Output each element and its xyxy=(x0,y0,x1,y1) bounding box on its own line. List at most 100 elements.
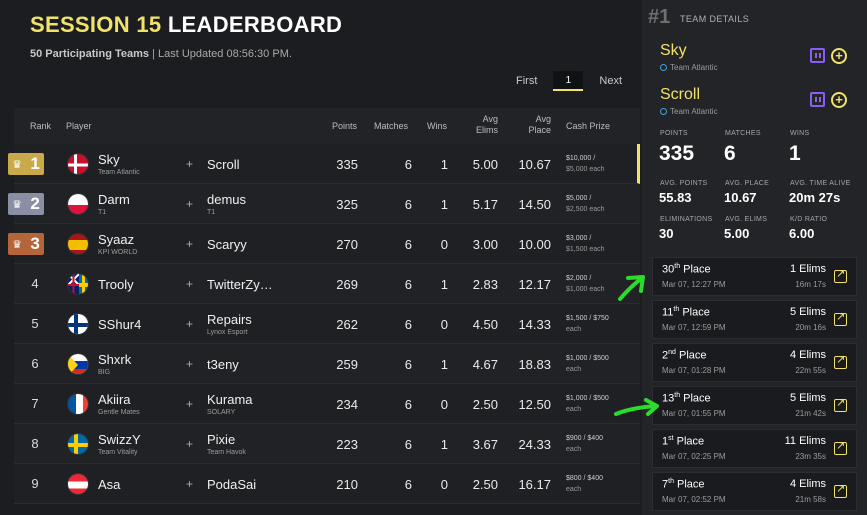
add-icon[interactable]: + xyxy=(831,48,847,64)
avg-elims: 2.50 xyxy=(472,477,498,492)
external-link-icon[interactable] xyxy=(834,439,847,455)
matches: 6 xyxy=(404,237,412,252)
player-name[interactable]: PodaSai xyxy=(207,477,256,492)
avg-elims: 2.83 xyxy=(472,277,498,292)
rank-badge: ♛ 3 xyxy=(8,233,44,255)
match-elims: 5 Elims xyxy=(789,392,826,404)
member-team: Team Atlantic xyxy=(660,107,718,116)
points: 270 xyxy=(336,237,358,252)
table-row[interactable]: 4 Trooly + TwitterZy… 269 6 1 2.83 12.17 $2,000 /… xyxy=(14,264,640,304)
external-link-icon[interactable] xyxy=(834,353,847,369)
points: 325 xyxy=(336,197,358,212)
player-name[interactable]: demus xyxy=(207,192,246,207)
first-page-button[interactable]: First xyxy=(516,75,537,87)
table-row[interactable]: ♛ 3 Syaaz KPI WORLD + Scaryy 270 6 0 3.00 10.00 $3,… xyxy=(8,224,640,264)
country-flag-icon xyxy=(67,233,89,255)
match-elims: 11 Elims xyxy=(784,435,826,447)
table-row[interactable]: 7 Akiira Gentle Mates + Kurama SOLARY 234 6 0 2.5… xyxy=(14,384,640,424)
player-name[interactable]: Scroll xyxy=(207,157,240,172)
player-name[interactable]: Shxrk xyxy=(98,352,131,367)
cash-prize: $5,000 /$2,500 each xyxy=(566,195,605,213)
player-team: Team Havok xyxy=(207,449,246,456)
player-name[interactable]: Kurama xyxy=(207,392,253,407)
avg-place: 16.17 xyxy=(518,477,551,492)
match-card[interactable]: 11th Place Mar 07, 12:59 PM 5 Elims 20m 16s xyxy=(652,300,857,339)
annotation-arrow xyxy=(614,398,659,416)
match-placement: 1st Place xyxy=(662,435,705,448)
match-placement: 2nd Place xyxy=(662,349,707,362)
match-date: Mar 07, 12:59 PM xyxy=(662,323,726,332)
points: 335 xyxy=(336,157,358,172)
player-name[interactable]: Darm xyxy=(98,192,130,207)
stat-avg-place: 10.67 xyxy=(724,190,757,205)
player-name[interactable]: Pixie xyxy=(207,432,235,447)
team-icon xyxy=(660,64,667,71)
avg-place: 12.50 xyxy=(518,397,551,412)
avg-place: 12.17 xyxy=(518,277,551,292)
twitch-icon[interactable] xyxy=(810,48,825,63)
points: 234 xyxy=(336,397,358,412)
player-name[interactable]: t3eny xyxy=(207,357,239,372)
match-card[interactable]: 2nd Place Mar 07, 01:28 PM 4 Elims 22m 55s xyxy=(652,343,857,382)
player-team: KPI WORLD xyxy=(98,249,138,256)
matches: 6 xyxy=(404,277,412,292)
player-name[interactable]: Repairs xyxy=(207,312,252,327)
crown-icon: ♛ xyxy=(12,198,23,211)
avg-place: 10.00 xyxy=(518,237,551,252)
player-name[interactable]: Scaryy xyxy=(207,237,247,252)
leaderboard-panel: SESSION 15 LEADERBOARD 50 Participating … xyxy=(0,0,642,515)
country-flag-icon xyxy=(67,193,89,215)
external-link-icon[interactable] xyxy=(834,396,847,412)
table-row[interactable]: ♛ 2 Darm T1 + demus T1 325 6 1 5.17 14.50 $5,000 /$2… xyxy=(8,184,640,224)
table-row[interactable]: 6 Shxrk BIG + t3eny 259 6 1 4.67 18.83 $1,000 / $5… xyxy=(14,344,640,384)
wins: 0 xyxy=(440,237,448,252)
member-name: Scroll xyxy=(660,86,701,103)
external-link-icon[interactable] xyxy=(834,310,847,326)
team-icon xyxy=(660,108,667,115)
match-card[interactable]: 7th Place Mar 07, 02:52 PM 4 Elims 21m 58s xyxy=(652,472,857,511)
rank-badge: ♛ 1 xyxy=(8,153,44,175)
member-name: Sky xyxy=(660,42,687,59)
match-card[interactable]: 1st Place Mar 07, 02:25 PM 11 Elims 23m 35s xyxy=(652,429,857,468)
add-icon[interactable]: + xyxy=(831,92,847,108)
player-name[interactable]: Trooly xyxy=(98,277,134,292)
wins: 0 xyxy=(440,477,448,492)
next-page-button[interactable]: Next xyxy=(599,75,622,87)
table-row[interactable]: 5 SShur4 + Repairs Lynox Esport 262 6 0 4.50 14.3… xyxy=(14,304,640,344)
cash-prize: $900 / $400 each xyxy=(566,435,603,453)
match-elims: 1 Elims xyxy=(789,263,826,275)
table-row[interactable]: 8 SwizzY Team Vitality + Pixie Team Havok 223 6… xyxy=(14,424,640,464)
table-row[interactable]: 9 Asa + PodaSai 210 6 0 2.50 16.17 $800 / $400 eac… xyxy=(14,464,640,504)
player-name[interactable]: SwizzY xyxy=(98,432,141,447)
player-name[interactable]: SShur4 xyxy=(98,317,141,332)
table-body: ♛ 1 Sky Team Atlantic + Scroll 335 6 1 5.00 10.67 $… xyxy=(8,144,640,504)
plus-icon: + xyxy=(186,277,194,291)
matches: 6 xyxy=(404,197,412,212)
external-link-icon[interactable] xyxy=(834,267,847,283)
rank: 4 xyxy=(31,276,39,291)
points: 262 xyxy=(336,317,358,332)
external-link-icon[interactable] xyxy=(834,482,847,498)
player-team: Lynox Esport xyxy=(207,329,248,336)
player-name[interactable]: Syaaz xyxy=(98,232,134,247)
wins: 1 xyxy=(440,157,448,172)
player-name[interactable]: Sky xyxy=(98,152,120,167)
matches: 6 xyxy=(404,157,412,172)
avg-place: 14.50 xyxy=(518,197,551,212)
match-card[interactable]: 13th Place Mar 07, 01:55 PM 5 Elims 21m 42s xyxy=(652,386,857,425)
country-flag-icon xyxy=(67,433,89,455)
table-row[interactable]: ♛ 1 Sky Team Atlantic + Scroll 335 6 1 5.00 10.67 $… xyxy=(8,144,640,184)
match-card[interactable]: 30th Place Mar 07, 12:27 PM 1 Elims 16m 17s xyxy=(652,257,857,296)
player-name[interactable]: TwitterZy… xyxy=(207,277,273,292)
match-time: 22m 55s xyxy=(795,366,826,375)
current-page[interactable]: 1 xyxy=(553,71,584,91)
avg-elims: 5.17 xyxy=(472,197,498,212)
cash-prize: $1,500 / $750 each xyxy=(566,315,609,333)
rank: 7 xyxy=(31,396,39,411)
twitch-icon[interactable] xyxy=(810,92,825,107)
match-time: 20m 16s xyxy=(795,323,826,332)
player-name[interactable]: Akiira xyxy=(98,392,131,407)
rank: 5 xyxy=(31,316,39,331)
player-name[interactable]: Asa xyxy=(98,477,120,492)
match-time: 21m 42s xyxy=(795,409,826,418)
